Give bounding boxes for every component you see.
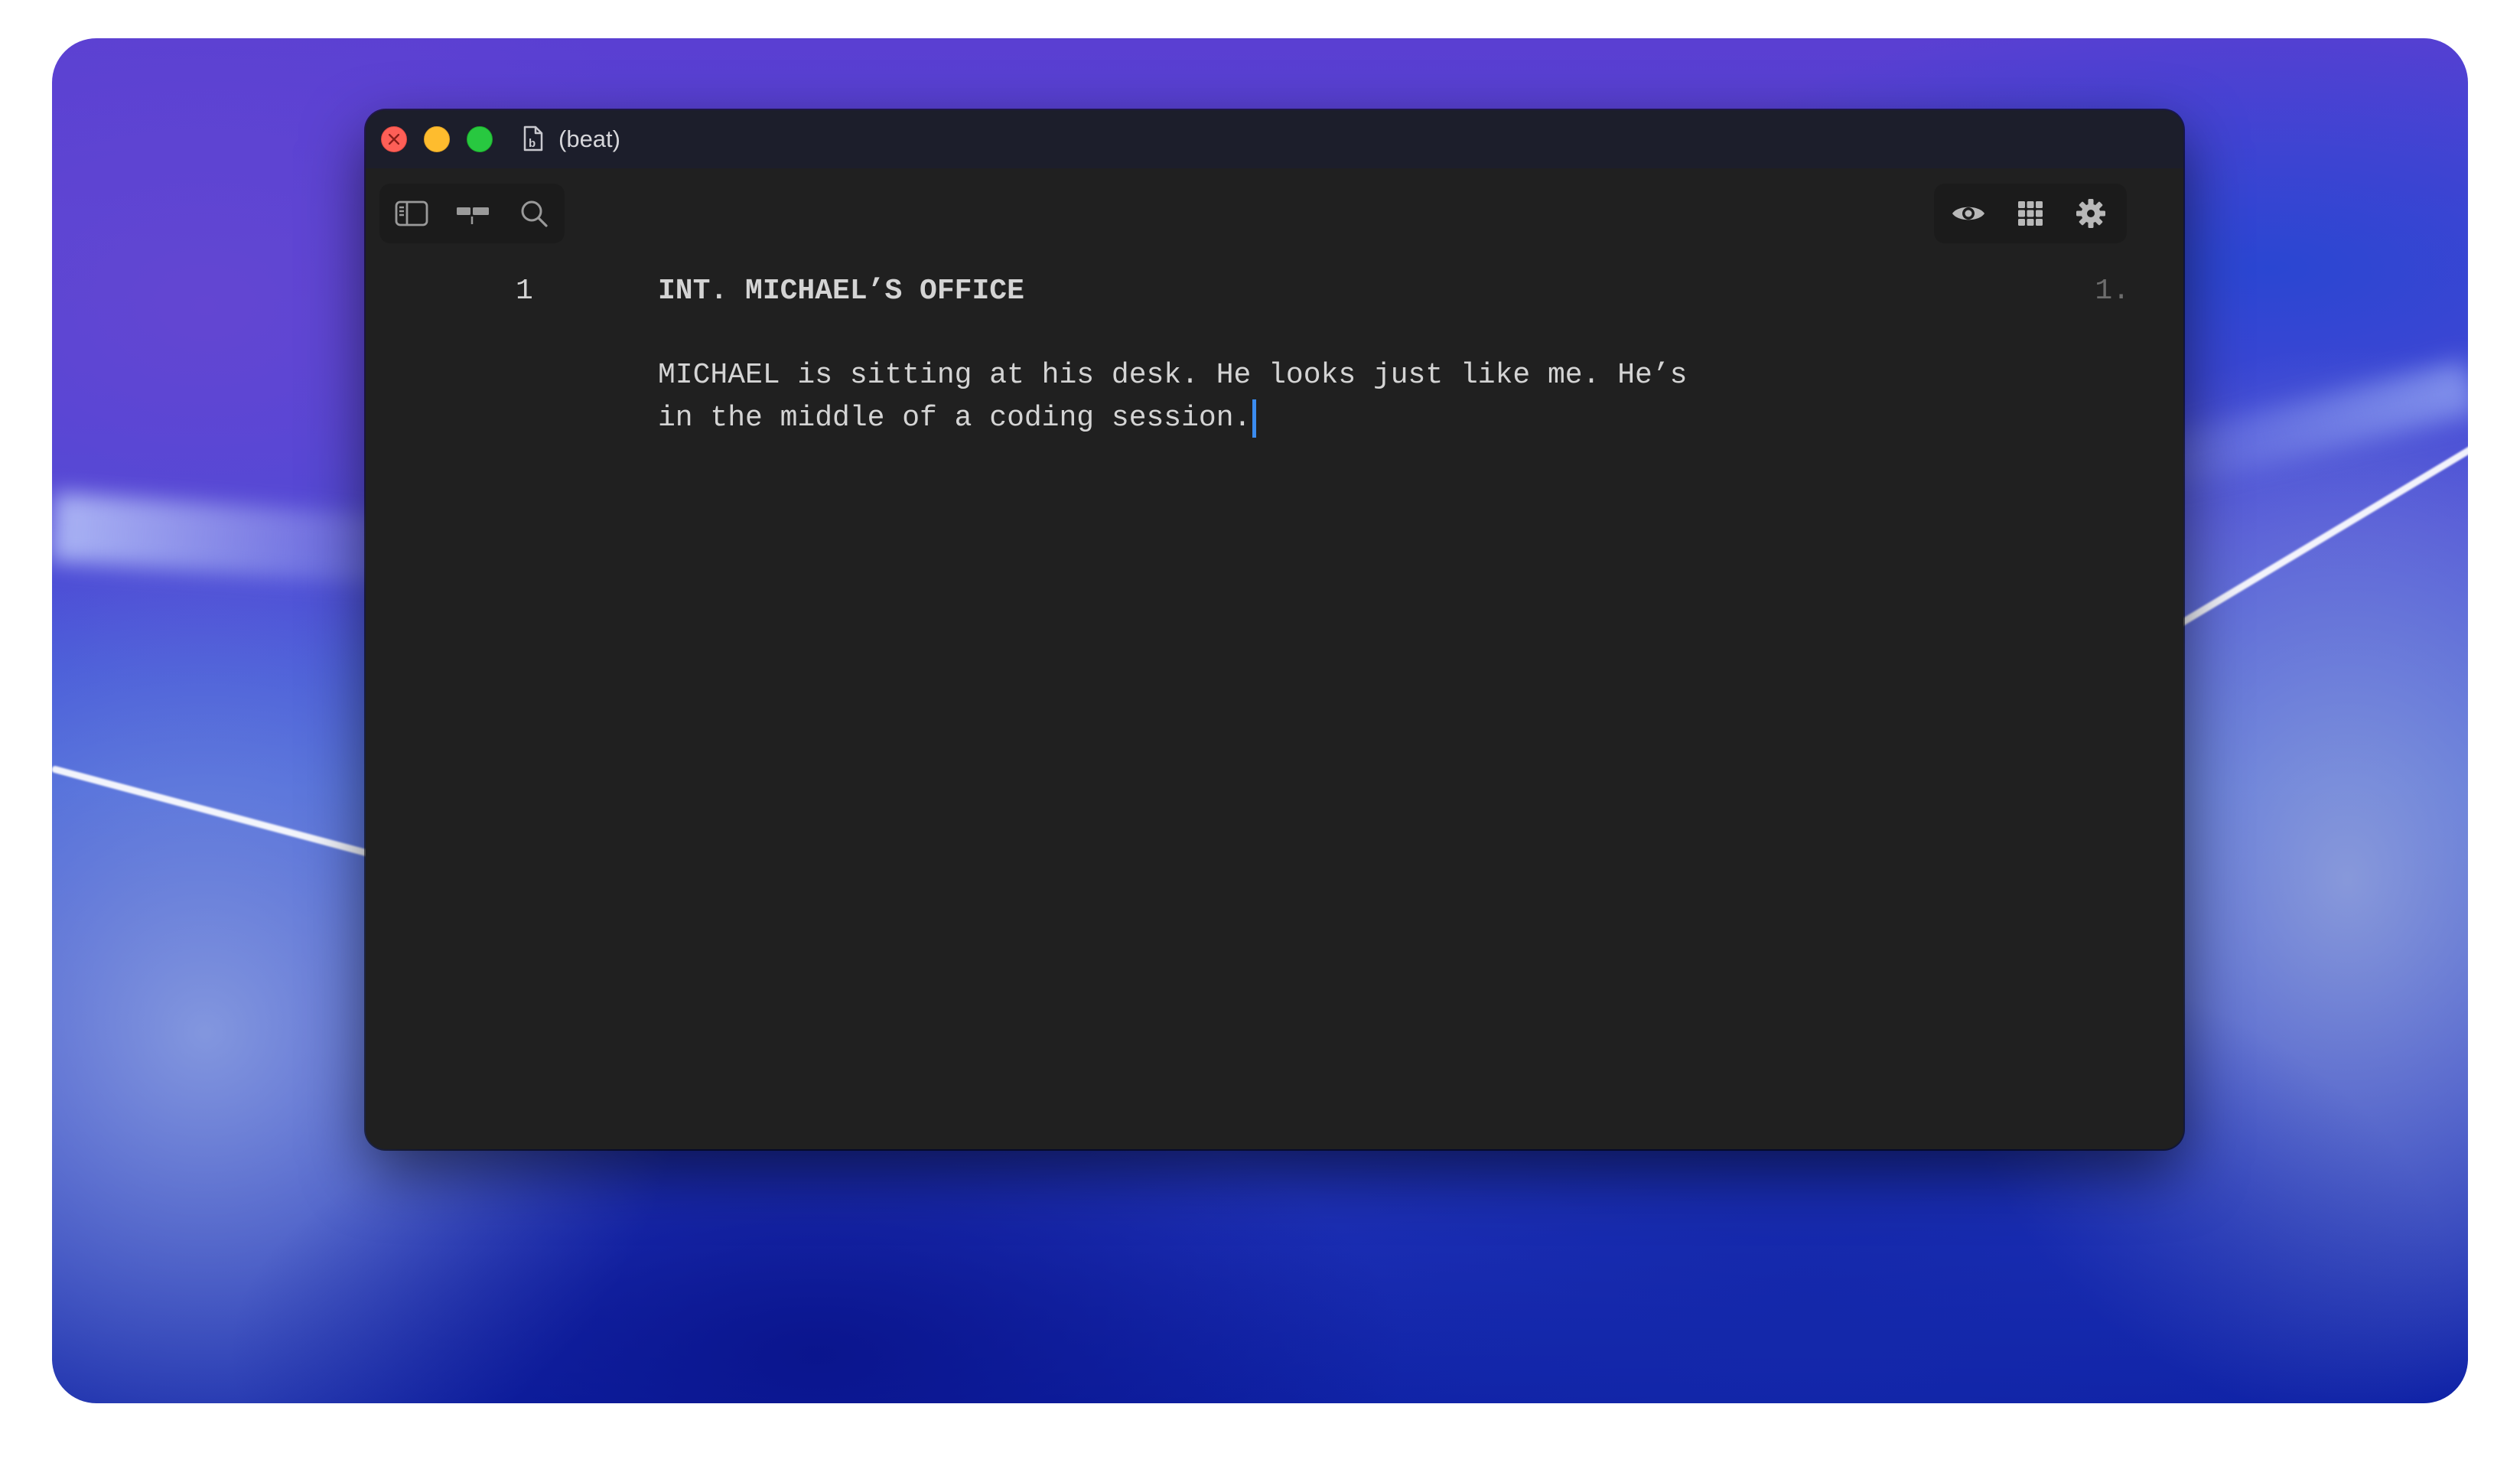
toolbar-right-group (1934, 184, 2127, 243)
scene-number: 1 (516, 275, 533, 308)
action-line[interactable]: MICHAEL is sitting at his desk. He looks… (658, 357, 1687, 395)
text-caret (1252, 399, 1257, 438)
timeline-icon (455, 200, 490, 227)
grid-icon (2017, 200, 2044, 227)
search-button[interactable] (504, 184, 564, 243)
preview-button[interactable] (1939, 184, 1998, 243)
screen: b (beat) 1 INT. MICHAEL’S OFFICE 1. MICH… (0, 0, 2520, 1466)
scene-heading[interactable]: INT. MICHAEL’S OFFICE (658, 272, 1024, 311)
action-text: MICHAEL is sitting at his desk. He looks… (658, 359, 1688, 392)
document-icon: b (523, 125, 543, 151)
action-text: in the middle of a coding session. (658, 402, 1252, 435)
timeline-button[interactable] (443, 184, 503, 243)
page-number: 1. (2095, 275, 2130, 308)
window-title: (beat) (558, 125, 620, 152)
wallpaper-glow (2154, 360, 2468, 490)
svg-text:b: b (529, 137, 536, 150)
search-icon (519, 198, 549, 229)
sidebar-icon (395, 200, 428, 227)
maximize-window-button[interactable] (467, 126, 493, 152)
screenplay-editor[interactable] (366, 263, 2183, 1149)
toolbar-left-group (379, 184, 565, 243)
eye-icon (1950, 201, 1987, 226)
toggle-sidebar-button[interactable] (382, 184, 441, 243)
app-window: b (beat) 1 INT. MICHAEL’S OFFICE 1. MICH… (366, 110, 2183, 1149)
action-line[interactable]: in the middle of a coding session. (658, 399, 1257, 438)
index-cards-button[interactable] (2001, 184, 2060, 243)
title-bar[interactable]: b (beat) (366, 110, 2183, 168)
settings-button[interactable] (2061, 184, 2121, 243)
minimize-window-button[interactable] (424, 126, 450, 152)
close-window-button[interactable] (381, 126, 407, 152)
gear-icon (2075, 197, 2107, 230)
